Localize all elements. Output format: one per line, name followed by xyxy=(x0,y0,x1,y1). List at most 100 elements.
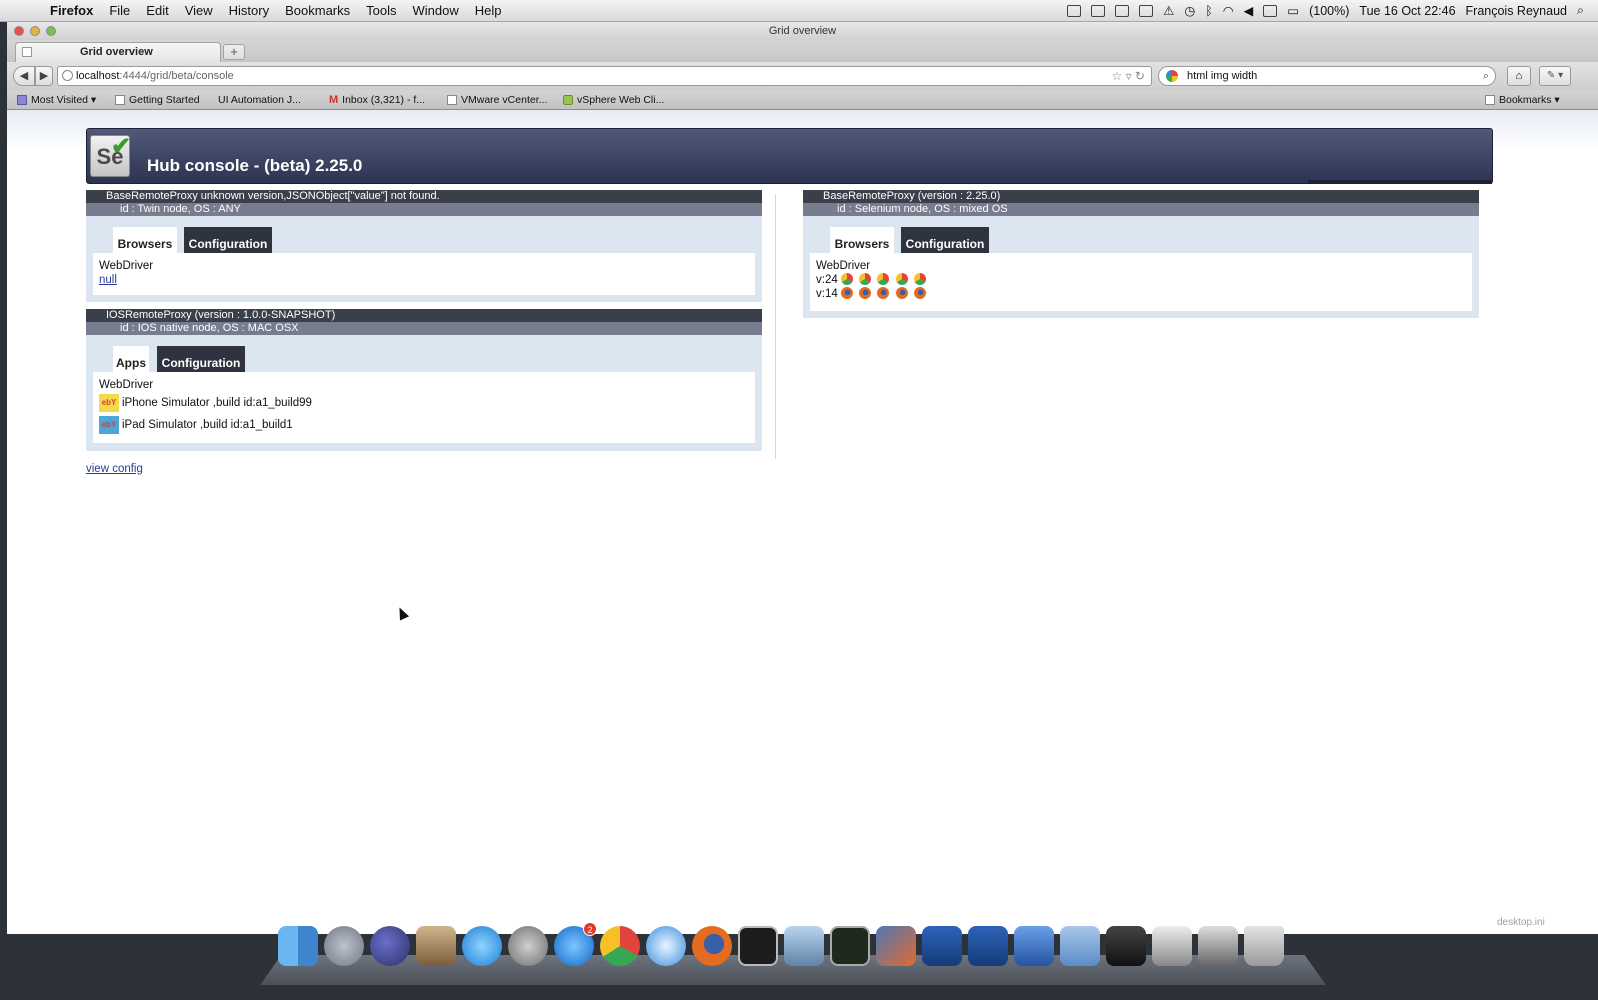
instruments-icon[interactable] xyxy=(968,926,1008,966)
vmware-icon[interactable] xyxy=(876,926,916,966)
tab-label: Grid overview xyxy=(80,46,153,58)
chrome-icon[interactable] xyxy=(913,273,926,285)
tab-grid-overview[interactable]: Grid overview xyxy=(15,42,221,62)
menu-app-firefox[interactable]: Firefox xyxy=(42,3,101,18)
firefox-icon[interactable] xyxy=(859,287,872,299)
bluetooth-icon[interactable]: ᛒ xyxy=(1205,4,1213,18)
url-bar[interactable]: localhost:4444/grid/beta/console ☆ ▿ ↻ xyxy=(57,66,1152,86)
menu-view[interactable]: View xyxy=(177,3,221,18)
wifi-icon[interactable]: ◠ xyxy=(1223,3,1234,18)
site-identity-icon[interactable] xyxy=(62,70,73,81)
close-window-icon[interactable] xyxy=(14,26,24,36)
menu-bookmarks[interactable]: Bookmarks xyxy=(277,3,358,18)
bookmarks-menu-button[interactable]: Bookmarks ▾ xyxy=(1485,90,1560,110)
bookmark-most-visited[interactable]: Most Visited ▾ xyxy=(17,90,96,110)
itunes-icon[interactable] xyxy=(462,926,502,966)
zoom-window-icon[interactable] xyxy=(46,26,56,36)
tools-menu-button[interactable]: ✎ ▾ xyxy=(1539,66,1571,86)
bookmark-inbox[interactable]: M Inbox (3,321) - f... xyxy=(329,90,425,110)
bookmark-label: Inbox (3,321) - f... xyxy=(342,94,426,106)
finder-icon[interactable] xyxy=(278,926,318,966)
launchpad-icon[interactable] xyxy=(324,926,364,966)
version-label: v:14 xyxy=(816,288,838,300)
menu-tools[interactable]: Tools xyxy=(358,3,404,18)
firefox-icon[interactable] xyxy=(913,287,926,299)
chrome-icon[interactable] xyxy=(840,273,853,285)
battery-level: (100%) xyxy=(1309,3,1350,18)
firefox-icon[interactable] xyxy=(692,926,732,966)
chrome-icon[interactable] xyxy=(877,273,890,285)
bookmark-ui-automation[interactable]: UI Automation J... xyxy=(214,90,301,110)
google-engine-icon[interactable] xyxy=(1166,70,1178,82)
volume-icon[interactable]: ◀ xyxy=(1244,3,1254,18)
user-name[interactable]: François Reynaud xyxy=(1466,4,1567,18)
trash-icon[interactable] xyxy=(1244,926,1284,966)
camera-icon[interactable] xyxy=(1067,4,1082,17)
tab-apps[interactable]: Apps xyxy=(113,346,149,372)
navigation-toolbar: ◀ ▶ localhost:4444/grid/beta/console ☆ ▿… xyxy=(7,62,1598,90)
safari-icon[interactable] xyxy=(646,926,686,966)
most-visited-icon xyxy=(17,95,27,105)
tab-browsers[interactable]: Browsers xyxy=(113,227,177,253)
tab-configuration[interactable]: Configuration xyxy=(901,227,989,253)
firefox-icon[interactable] xyxy=(877,287,890,299)
null-link[interactable]: null xyxy=(99,274,117,286)
copy-icon[interactable] xyxy=(1139,4,1154,17)
proxy-ios-node: IOSRemoteProxy (version : 1.0.0-SNAPSHOT… xyxy=(86,309,762,451)
menu-help[interactable]: Help xyxy=(467,3,510,18)
proxy-selenium-node: BaseRemoteProxy (version : 2.25.0) id : … xyxy=(803,190,1479,318)
menu-history[interactable]: History xyxy=(221,3,277,18)
window-thumbnail-icon[interactable] xyxy=(1152,926,1192,966)
search-icon[interactable]: ⌕ xyxy=(1483,67,1489,85)
forward-button[interactable]: ▶ xyxy=(35,66,53,86)
screen-sharing-icon[interactable] xyxy=(1106,926,1146,966)
app-item: ebY iPad Simulator ,build id:a1_build1 xyxy=(99,414,749,436)
ios-simulator-icon[interactable] xyxy=(1014,926,1054,966)
terminal-icon[interactable] xyxy=(738,926,778,966)
movie-clapper-icon[interactable] xyxy=(784,926,824,966)
sync-icon[interactable] xyxy=(1091,4,1106,17)
menu-window[interactable]: Window xyxy=(405,3,467,18)
chrome-icon[interactable] xyxy=(600,926,640,966)
bookmark-vsphere[interactable]: vSphere Web Cli... xyxy=(563,90,664,110)
home-button[interactable]: ⌂ xyxy=(1507,66,1531,86)
firefox-icon[interactable] xyxy=(840,287,853,299)
menu-edit[interactable]: Edit xyxy=(138,3,176,18)
battery-icon[interactable]: ▭ xyxy=(1287,3,1299,18)
dock: 2 xyxy=(278,922,1284,970)
applications-folder-icon[interactable] xyxy=(1060,926,1100,966)
system-preferences-icon[interactable] xyxy=(508,926,548,966)
tab-configuration[interactable]: Configuration xyxy=(157,346,245,372)
protocol-label: WebDriver xyxy=(99,379,154,391)
desktop-file-label[interactable]: desktop.ini xyxy=(1497,917,1545,928)
firefox-icon[interactable] xyxy=(895,287,908,299)
app-item: ebY iPhone Simulator ,build id:a1_build9… xyxy=(99,392,749,414)
bookmark-getting-started[interactable]: Getting Started xyxy=(115,90,200,110)
tab-browsers[interactable]: Browsers xyxy=(830,227,894,253)
script-icon[interactable] xyxy=(1115,4,1130,17)
chrome-icon[interactable] xyxy=(895,273,908,285)
bookmark-star-icon[interactable]: ☆ ▿ ↻ xyxy=(1111,67,1145,85)
vsphere-icon xyxy=(563,95,573,105)
eclipse-icon[interactable] xyxy=(370,926,410,966)
spotlight-icon[interactable]: ⌕ xyxy=(1577,3,1584,18)
clock[interactable]: Tue 16 Oct 22:46 xyxy=(1359,4,1455,18)
app-store-icon[interactable]: 2 xyxy=(554,922,597,966)
hub-console-page: ✔ Se Hub console - (beta) 2.25.0 BaseRem… xyxy=(7,110,1598,934)
warning-icon[interactable]: ⚠ xyxy=(1163,3,1174,18)
back-button[interactable]: ◀ xyxy=(13,66,35,86)
menu-file[interactable]: File xyxy=(101,3,138,18)
keyboard-icon[interactable] xyxy=(1263,4,1278,17)
window-thumbnail-icon[interactable] xyxy=(1198,926,1238,966)
bookmark-vmware-vcenter[interactable]: VMware vCenter... xyxy=(447,90,547,110)
view-config-link[interactable]: view config xyxy=(86,463,143,475)
tab-configuration[interactable]: Configuration xyxy=(184,227,272,253)
activity-monitor-icon[interactable] xyxy=(830,926,870,966)
search-input[interactable]: html img width ⌕ xyxy=(1158,66,1496,86)
new-tab-button[interactable]: + xyxy=(223,44,245,60)
time-machine-icon[interactable]: ◷ xyxy=(1184,3,1195,18)
chrome-icon[interactable] xyxy=(859,273,872,285)
preview-icon[interactable] xyxy=(416,926,456,966)
xcode-icon[interactable] xyxy=(922,926,962,966)
minimize-window-icon[interactable] xyxy=(30,26,40,36)
